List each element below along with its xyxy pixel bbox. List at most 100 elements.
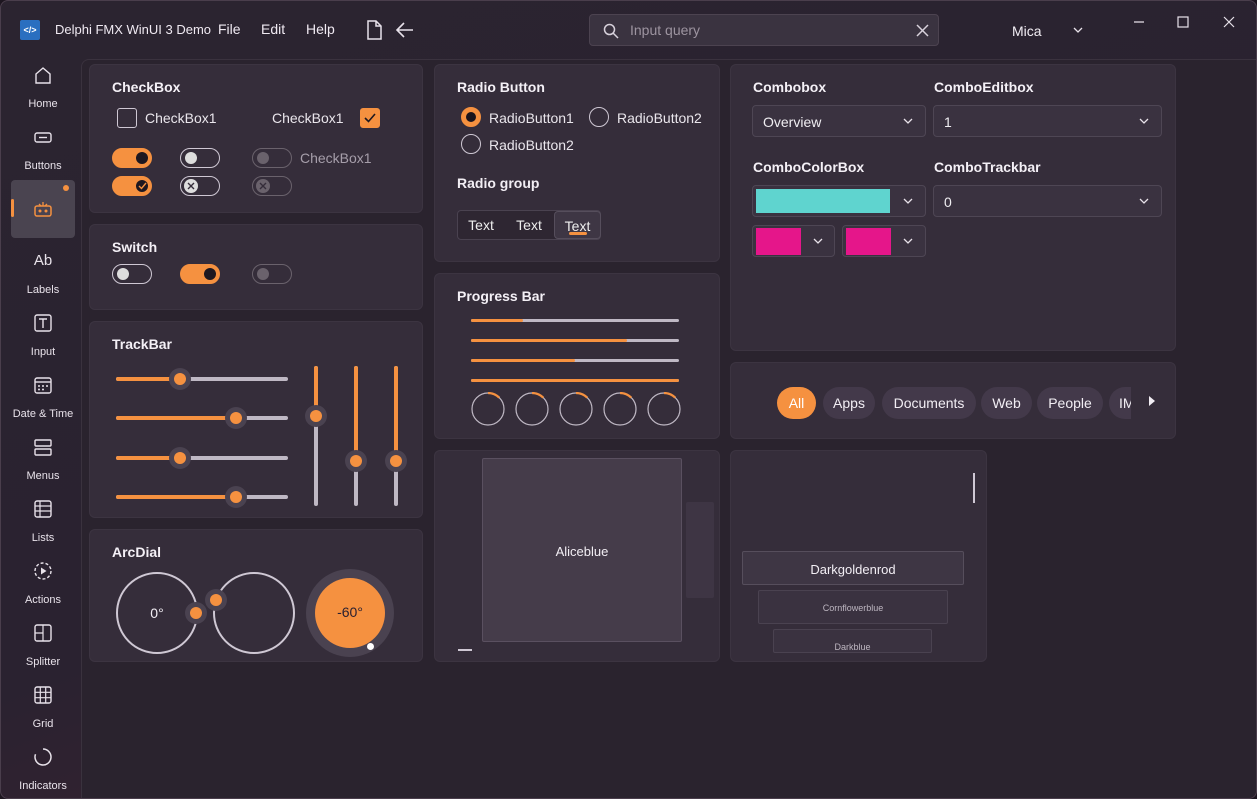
menu-edit[interactable]: Edit	[261, 21, 285, 37]
back-arrow-icon[interactable]	[395, 19, 415, 41]
color-tile-aliceblue[interactable]: Aliceblue	[482, 458, 682, 642]
sidebar-item-actions[interactable]: Actions	[11, 555, 75, 613]
sidebar-item-label: Buttons	[24, 160, 62, 172]
sidebar-item-indicators[interactable]: Indicators	[11, 741, 75, 798]
arc-dial-1-thumb[interactable]	[185, 602, 207, 624]
radio-label: RadioButton2	[489, 137, 574, 153]
selected-underline	[569, 232, 587, 235]
checkbox-label: CheckBox1	[272, 110, 344, 126]
comboeditbox[interactable]: 1	[933, 105, 1162, 137]
sidebar-item-lists[interactable]: Lists	[11, 493, 75, 551]
title-bar: </> Delphi FMX WinUI 3 Demo File Edit He…	[1, 1, 1256, 59]
trackbar-fill	[116, 416, 237, 420]
arc-dial-3-handle[interactable]	[367, 643, 374, 650]
trackbar-thumb[interactable]	[225, 486, 248, 508]
checkbox-unchecked[interactable]	[117, 108, 137, 128]
switch-off[interactable]	[112, 264, 152, 284]
sidebar-item-input[interactable]: Input	[11, 307, 75, 365]
radio-group-item[interactable]: Text	[458, 211, 504, 239]
chevron-down-icon	[903, 198, 913, 204]
cross-icon	[259, 182, 267, 190]
chevron-down-icon	[813, 238, 823, 244]
sidebar-item-menus[interactable]: Menus	[11, 431, 75, 489]
arc-dial-3-value: -60°	[337, 604, 363, 620]
app-logo-icon: </>	[20, 20, 40, 40]
toggle-checkbox-crossed[interactable]	[180, 176, 220, 196]
trackbar-card-title: TrackBar	[112, 336, 172, 352]
radio-label: RadioButton2	[617, 110, 702, 126]
toggle-checkbox-checked[interactable]	[112, 176, 152, 196]
scroll-panel[interactable]	[686, 502, 714, 598]
arc-dial-2[interactable]	[213, 572, 295, 654]
radio-button-2[interactable]	[589, 107, 609, 127]
color-item-darkblue[interactable]: Darkblue	[773, 629, 932, 653]
maximize-icon[interactable]	[1173, 13, 1193, 31]
sidebar-item-buttons[interactable]: Buttons	[11, 121, 75, 179]
color-swatch	[756, 228, 801, 255]
button-icon	[34, 132, 52, 143]
sidebar-item-label: Splitter	[25, 656, 61, 668]
color-tile-label: Aliceblue	[555, 544, 609, 559]
trackbar-thumb[interactable]	[345, 450, 367, 473]
combobox[interactable]: Overview	[752, 105, 926, 137]
progress-fill	[471, 359, 575, 362]
pill-people[interactable]: People	[1037, 387, 1103, 419]
menu-file[interactable]: File	[218, 21, 241, 37]
arc-dial-2-thumb[interactable]	[205, 589, 227, 611]
scrollbar-thumb[interactable]	[973, 473, 975, 503]
menu-help[interactable]: Help	[306, 21, 335, 37]
combotrackbar[interactable]: 0	[933, 185, 1162, 217]
comboeditbox-title: ComboEditbox	[934, 79, 1034, 95]
pill-web[interactable]: Web	[981, 387, 1032, 419]
toggle-checkbox-off[interactable]	[180, 148, 220, 168]
radio-button-3[interactable]	[461, 134, 481, 154]
combobox-title: Combobox	[753, 79, 827, 95]
search-box[interactable]	[589, 14, 939, 46]
color-item-darkgoldenrod[interactable]: Darkgoldenrod	[742, 551, 964, 585]
trackbar-thumb[interactable]	[305, 405, 327, 428]
checkbox-card-title: CheckBox	[112, 79, 181, 95]
arc-dial-3[interactable]: -60°	[306, 569, 394, 657]
minimize-icon[interactable]	[1129, 13, 1149, 31]
clear-search-icon[interactable]	[916, 24, 929, 37]
chevron-down-icon[interactable]	[1073, 27, 1083, 33]
trackbar-thumb[interactable]	[385, 450, 407, 473]
radio-button-1[interactable]	[461, 107, 481, 127]
combocolorbox[interactable]	[752, 185, 926, 217]
pill-documents[interactable]: Documents	[882, 387, 976, 419]
color-item-cornflowerblue[interactable]: Cornflowerblue	[758, 590, 948, 624]
sidebar-item-grid[interactable]: Grid	[11, 679, 75, 737]
theme-selector-label[interactable]: Mica	[1012, 23, 1042, 39]
switch-disabled	[252, 264, 292, 284]
comboeditbox-value: 1	[944, 114, 952, 130]
sidebar-item-date-time[interactable]: Date & Time	[11, 369, 75, 427]
chevron-down-icon	[903, 238, 913, 244]
sidebar-item-selected[interactable]	[11, 180, 75, 238]
switch-card-title: Switch	[112, 239, 158, 255]
sidebar-item-labels[interactable]: Ab Labels	[11, 245, 75, 303]
checkbox-checked[interactable]	[360, 108, 380, 128]
pill-im[interactable]: IM	[1109, 387, 1131, 419]
pill-all[interactable]: All	[777, 387, 816, 419]
sidebar-item-home[interactable]: Home	[11, 59, 75, 117]
toggle-checkbox-on[interactable]	[112, 148, 152, 168]
trackbar-thumb[interactable]	[225, 407, 248, 429]
sidebar-item-splitter[interactable]: Splitter	[11, 617, 75, 675]
progress-ring	[603, 392, 637, 426]
search-input[interactable]	[630, 20, 900, 40]
pill-apps[interactable]: Apps	[823, 387, 875, 419]
radio-group-item-selected[interactable]: Text	[554, 211, 601, 239]
switch-on[interactable]	[180, 264, 220, 284]
trackbar-thumb[interactable]	[168, 447, 191, 469]
scroll-right-icon[interactable]	[1148, 396, 1156, 406]
scroll-indicator[interactable]	[458, 649, 472, 651]
combotrackbar-title: ComboTrackbar	[934, 159, 1041, 175]
color-combo-small-1[interactable]	[752, 225, 835, 257]
toggle-checkbox-disabled	[252, 148, 292, 168]
sidebar-item-label: Date & Time	[12, 408, 74, 420]
radio-group-item[interactable]: Text	[506, 211, 552, 239]
trackbar-thumb[interactable]	[168, 368, 191, 390]
color-combo-small-2[interactable]	[842, 225, 926, 257]
close-icon[interactable]	[1219, 13, 1239, 31]
document-icon[interactable]	[364, 19, 384, 41]
